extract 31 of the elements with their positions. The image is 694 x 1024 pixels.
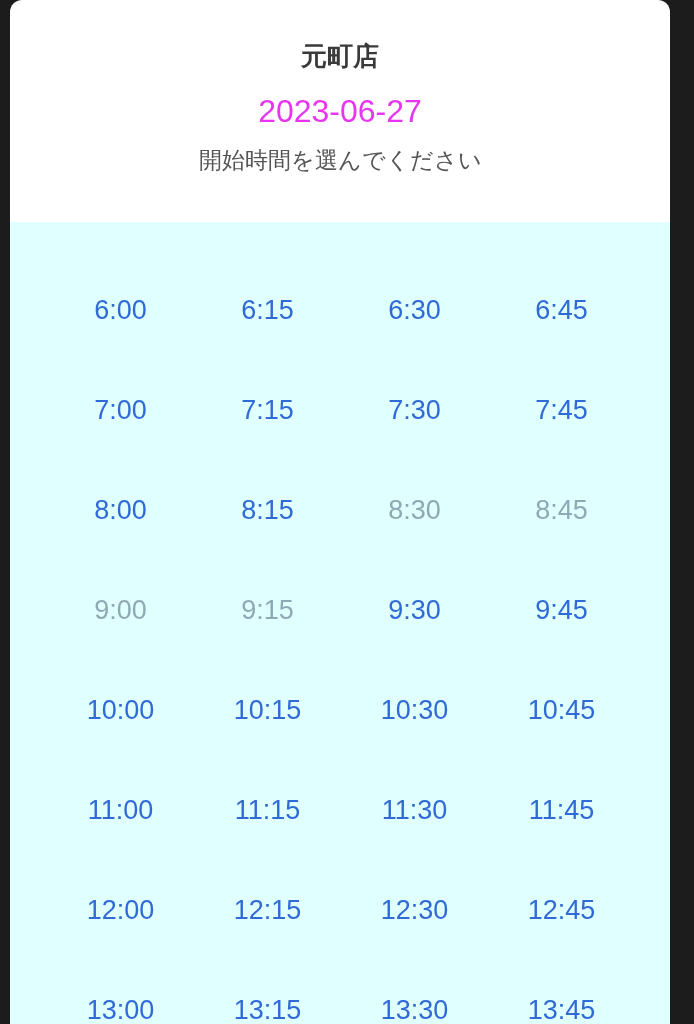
time-slot[interactable]: 6:15 bbox=[235, 290, 300, 330]
time-slot[interactable]: 11:15 bbox=[228, 790, 307, 830]
store-name: 元町店 bbox=[301, 40, 379, 73]
time-slot[interactable]: 6:45 bbox=[529, 290, 594, 330]
time-slot[interactable]: 10:30 bbox=[374, 690, 455, 730]
time-slot[interactable]: 7:45 bbox=[529, 390, 594, 430]
time-slot[interactable]: 11:30 bbox=[375, 790, 454, 830]
time-slot[interactable]: 13:00 bbox=[80, 990, 161, 1024]
time-slot[interactable]: 12:15 bbox=[227, 890, 308, 930]
time-slot[interactable]: 9:30 bbox=[382, 590, 447, 630]
time-slot[interactable]: 7:30 bbox=[382, 390, 447, 430]
time-slot[interactable]: 12:30 bbox=[374, 890, 455, 930]
time-slot[interactable]: 6:00 bbox=[88, 290, 153, 330]
prompt-text: 開始時間を選んでください bbox=[198, 146, 482, 175]
time-slot[interactable]: 10:45 bbox=[521, 690, 602, 730]
time-slot[interactable]: 8:15 bbox=[235, 490, 300, 530]
time-slot[interactable]: 13:45 bbox=[521, 990, 602, 1024]
time-slot[interactable]: 13:30 bbox=[374, 990, 455, 1024]
time-slot[interactable]: 6:30 bbox=[382, 290, 447, 330]
time-slot[interactable]: 11:00 bbox=[81, 790, 160, 830]
time-slot[interactable]: 7:15 bbox=[235, 390, 300, 430]
time-slot[interactable]: 13:15 bbox=[227, 990, 308, 1024]
time-slot[interactable]: 10:15 bbox=[227, 690, 308, 730]
time-slot[interactable]: 10:00 bbox=[80, 690, 161, 730]
date-label: 2023-06-27 bbox=[258, 92, 422, 131]
time-slot[interactable]: 12:45 bbox=[521, 890, 602, 930]
time-slot[interactable]: 11:45 bbox=[522, 790, 601, 830]
time-slot[interactable]: 9:45 bbox=[529, 590, 594, 630]
time-slot[interactable]: 8:00 bbox=[88, 490, 153, 530]
time-slot[interactable]: 7:00 bbox=[88, 390, 153, 430]
time-slot[interactable]: 12:00 bbox=[80, 890, 161, 930]
